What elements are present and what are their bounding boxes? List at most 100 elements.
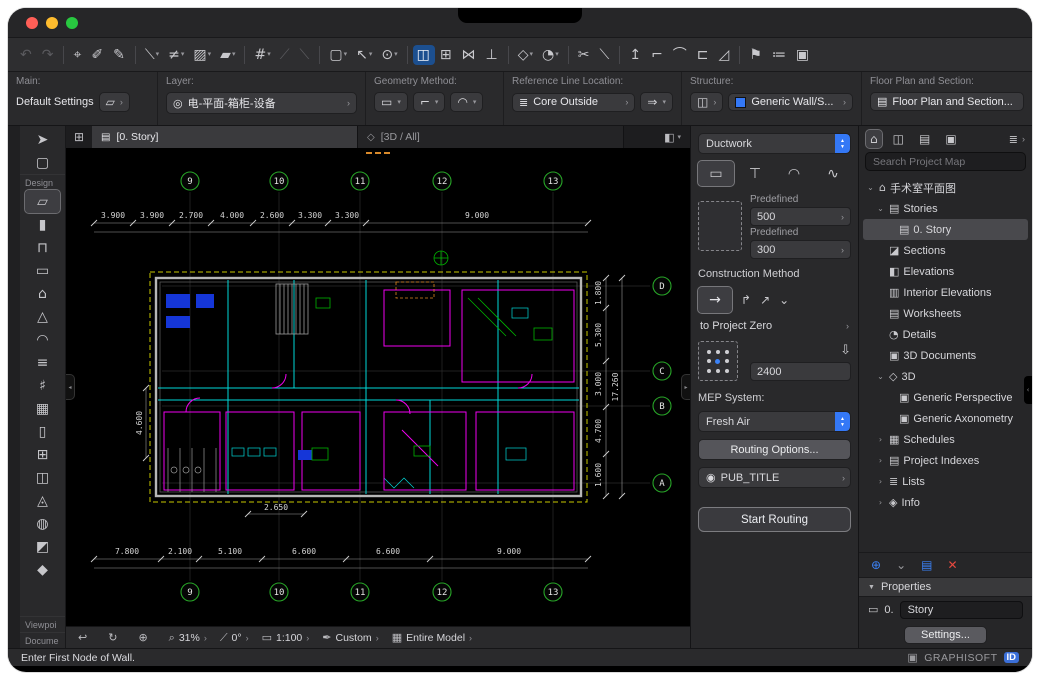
close-window-button[interactable]: [26, 16, 38, 29]
tree-project-root[interactable]: ⌄ ⌂ 手术室平面图: [863, 177, 1028, 198]
pen-set-menu[interactable]: ✒ Custom ›: [316, 629, 384, 646]
corner-icon[interactable]: ⌐: [647, 45, 668, 65]
lamp-tool[interactable]: ◍: [25, 512, 60, 535]
column-tool[interactable]: ▮: [25, 213, 60, 236]
snap-guides-icon[interactable]: ⟍: [296, 45, 315, 65]
tree-story-0[interactable]: ▤ 0. Story: [863, 219, 1028, 240]
tree-interior-elevations[interactable]: ▥ Interior Elevations: [863, 282, 1028, 303]
search-input[interactable]: [866, 155, 1025, 168]
rotation-menu[interactable]: ⟋ 0° ›: [214, 629, 255, 647]
grid-snap-icon[interactable]: # ▾: [250, 45, 274, 65]
collapse-all-icon[interactable]: ⌄: [896, 558, 906, 572]
navigator-menu-icon[interactable]: ≣: [1009, 133, 1018, 146]
start-routing-button[interactable]: Start Routing: [698, 507, 851, 532]
orbit-icon[interactable]: ↻: [102, 629, 131, 646]
tree-worksheets[interactable]: ▤ Worksheets: [863, 303, 1028, 324]
layout-icon[interactable]: ▣: [792, 45, 814, 65]
object-tool[interactable]: ◬: [25, 489, 60, 512]
panel-handle-top[interactable]: [366, 152, 390, 154]
delete-item-icon[interactable]: ✕: [947, 558, 957, 572]
duct-height-field[interactable]: 300 ›: [750, 240, 851, 259]
stair-tool[interactable]: ≡: [25, 351, 60, 374]
zoom-in-icon[interactable]: ⊕: [132, 629, 161, 646]
rise-routing-icon[interactable]: ↱: [741, 293, 751, 307]
elevate-icon[interactable]: ↥: [625, 45, 646, 65]
curtain-wall-tool[interactable]: ▦: [25, 397, 60, 420]
tree-schedules[interactable]: › ▦ Schedules: [863, 429, 1028, 450]
duct-width-field[interactable]: 500 ›: [750, 207, 851, 226]
redo-icon[interactable]: ↷: [38, 45, 59, 65]
duct-elbow-icon[interactable]: ◠: [776, 161, 812, 186]
structure-profile-dropdown[interactable]: Generic Wall/S... ›: [728, 93, 853, 111]
floorplan-display-dropdown[interactable]: ▤ Floor Plan and Section...: [870, 92, 1024, 111]
anchor-point-grid[interactable]: [698, 341, 738, 381]
cut-icon[interactable]: ✂: [574, 45, 595, 65]
arrow-tool[interactable]: ➤: [25, 128, 60, 151]
add-viewpoint-icon[interactable]: ⊕: [871, 558, 881, 572]
slope-routing-icon[interactable]: ↗: [760, 293, 770, 307]
previous-view-icon[interactable]: ↩: [72, 629, 101, 646]
geometry-method-corner-icon[interactable]: ⌐ ▾: [412, 92, 446, 112]
reference-line-dropdown[interactable]: ≣ Core Outside ›: [512, 92, 636, 112]
tree-generic-axonometry[interactable]: ▣ Generic Axonometry: [863, 408, 1028, 429]
railing-tool[interactable]: ♯: [25, 374, 60, 397]
tree-lists[interactable]: › ≣ Lists: [863, 471, 1028, 492]
pub-title-dropdown[interactable]: ◉ PUB_TITLE ›: [698, 467, 851, 488]
duct-straight-icon[interactable]: ▭: [697, 160, 735, 187]
tree-elevations[interactable]: ◧ Elevations: [863, 261, 1028, 282]
floor-plan-drawing[interactable]: 3.900 3.900 2.700 4.000 2.600 3.300 3.300 9.…: [66, 148, 690, 626]
dimension-style-icon[interactable]: ≠ ▾: [164, 45, 188, 65]
reference-level-dropdown[interactable]: to Project Zero ›: [698, 320, 851, 332]
elevation-field[interactable]: 2400: [750, 362, 851, 381]
duct-branch-icon[interactable]: ⊤: [737, 161, 773, 186]
story-name-field[interactable]: Story: [899, 600, 1023, 619]
tree-info[interactable]: › ◈ Info: [863, 492, 1028, 513]
tab-story[interactable]: ▤ [0. Story]: [92, 126, 358, 148]
shape-options-icon[interactable]: ◇ ▾: [514, 45, 537, 65]
markup-list-icon[interactable]: ≔: [768, 45, 791, 65]
mep-system-dropdown[interactable]: Fresh Air ▲ ▼: [698, 411, 851, 432]
panel-collapse-handle-screen-right[interactable]: ‹: [1024, 376, 1032, 404]
panel-collapse-handle-left[interactable]: ◂: [66, 374, 75, 400]
structure-type-button[interactable]: ◫ ›: [690, 92, 724, 112]
trim-icon[interactable]: ⊥: [482, 45, 503, 65]
element-type-dropdown[interactable]: Ductwork ▲ ▼: [698, 133, 851, 154]
wall-favorite-button[interactable]: ▱ ›: [98, 92, 130, 112]
view-map-icon[interactable]: ◫: [889, 130, 908, 148]
geometry-method-curved-icon[interactable]: ◠ ▾: [450, 92, 484, 112]
routing-options-button[interactable]: Routing Options...: [698, 439, 851, 460]
marquee-tool[interactable]: ▢: [25, 151, 60, 174]
beam-tool[interactable]: ⊓: [25, 236, 60, 259]
pickup-parameters-icon[interactable]: ✐: [87, 45, 108, 65]
tree-details[interactable]: ◔ Details: [863, 324, 1028, 345]
roof-tool[interactable]: ⌂: [25, 282, 60, 305]
duct-cross-section-icon[interactable]: [698, 201, 742, 251]
duct-flexible-icon[interactable]: ∿: [815, 161, 851, 186]
default-settings-button[interactable]: Default Settings: [16, 96, 94, 108]
resize-icon[interactable]: ◿: [715, 45, 735, 65]
tree-sections[interactable]: ◪ Sections: [863, 240, 1028, 261]
stepper-icon[interactable]: ▲ ▼: [835, 412, 850, 431]
tree-generic-perspective[interactable]: ▣ Generic Perspective: [863, 387, 1028, 408]
pen-set-icon[interactable]: ▰ ▾: [216, 45, 239, 65]
zoom-window-button[interactable]: [66, 16, 78, 29]
inject-parameters-icon[interactable]: ✎: [109, 45, 130, 65]
scale-menu[interactable]: ▭ 1:100 ›: [256, 629, 316, 646]
publisher-sets-icon[interactable]: ▣: [941, 130, 960, 148]
stretch-icon[interactable]: ⊏: [693, 45, 714, 65]
window-tool[interactable]: ⊞: [25, 443, 60, 466]
panel-collapse-handle-right[interactable]: ▸: [681, 374, 690, 400]
rotate-options-icon[interactable]: ◔ ▾: [538, 45, 563, 65]
stepper-icon[interactable]: ▲ ▼: [835, 134, 850, 153]
marquee-options-icon[interactable]: ▢ ▾: [325, 45, 351, 65]
fill-style-icon[interactable]: ▨ ▾: [189, 45, 215, 65]
intersect-icon[interactable]: ⋈: [458, 45, 481, 65]
guide-lines-icon[interactable]: ⟋: [276, 45, 295, 65]
door-tool[interactable]: ▯: [25, 420, 60, 443]
zoom-level-menu[interactable]: ⌕ 31% ›: [163, 629, 213, 647]
properties-header[interactable]: ▼ Properties: [859, 577, 1032, 597]
skylight-tool[interactable]: ◫: [25, 466, 60, 489]
model-filter-menu[interactable]: ▦ Entire Model ›: [386, 629, 478, 646]
tree-3d[interactable]: ⌄ ◇ 3D: [863, 366, 1028, 387]
tree-project-indexes[interactable]: › ▤ Project Indexes: [863, 450, 1028, 471]
